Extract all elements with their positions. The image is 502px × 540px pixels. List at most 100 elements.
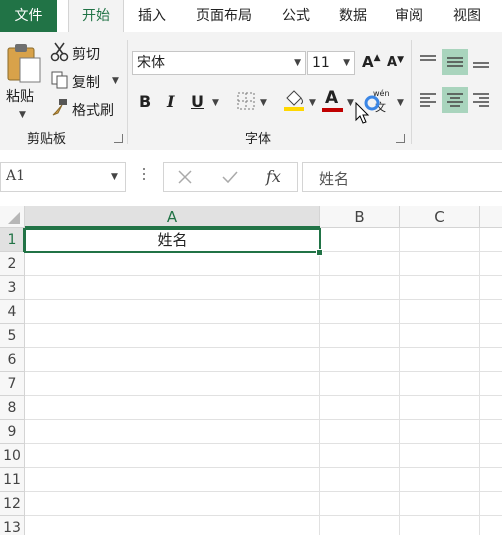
formula-input[interactable]: 姓名 <box>302 162 502 192</box>
row-header-3[interactable]: 3 <box>0 276 25 300</box>
fill-color-icon[interactable] <box>283 88 305 112</box>
tab-home[interactable]: 开始 <box>68 0 124 32</box>
brush-icon <box>52 99 67 116</box>
row-header-6[interactable]: 6 <box>0 348 25 372</box>
fill-color-dropdown-icon[interactable]: ▼ <box>309 98 316 108</box>
column-header-b[interactable]: B <box>320 206 400 228</box>
font-size-dropdown-icon[interactable]: ▼ <box>343 52 350 74</box>
tab-data[interactable]: 数据 <box>333 0 373 32</box>
ribbon: 粘贴 ▼ 剪切 复制 ▼ 格式刷 剪贴板 宋体 ▼ 11 ▼ A▲ A▼ B I… <box>0 32 502 151</box>
copy-label: 复制 <box>72 75 100 91</box>
tab-review[interactable]: 审阅 <box>389 0 429 32</box>
select-all-corner[interactable] <box>0 206 25 228</box>
row-header-10[interactable]: 10 <box>0 444 25 468</box>
underline-dropdown-icon[interactable]: ▼ <box>212 98 219 108</box>
font-group-label: 字体 <box>245 132 272 147</box>
mouse-cursor-icon <box>355 102 370 124</box>
column-header-d-partial[interactable] <box>480 206 502 228</box>
gridline <box>25 323 502 324</box>
formula-content: 姓名 <box>319 170 350 188</box>
font-launcher-icon[interactable] <box>396 134 405 143</box>
column-header-a[interactable]: A <box>25 206 320 228</box>
clipboard-group-label: 剪贴板 <box>27 132 67 147</box>
column-header-c[interactable]: C <box>400 206 480 228</box>
tab-formulas[interactable]: 公式 <box>276 0 316 32</box>
paste-label: 粘贴 <box>6 89 34 105</box>
font-name-dropdown-icon[interactable]: ▼ <box>294 52 301 74</box>
insert-function-button[interactable]: fx <box>266 167 281 186</box>
name-box-value: A1 <box>6 168 26 184</box>
phonetic-dropdown-icon[interactable]: ▼ <box>397 98 404 108</box>
group-separator <box>127 40 128 144</box>
font-name-combo[interactable]: 宋体 ▼ <box>132 51 306 75</box>
gridline <box>479 228 480 535</box>
cut-button[interactable]: 剪切 <box>48 42 118 64</box>
ribbon-tab-bar: 文件 开始 插入 页面布局 公式 数据 审阅 视图 <box>0 0 502 32</box>
bold-button[interactable]: B <box>139 92 151 111</box>
group-separator <box>411 40 412 144</box>
row-header-7[interactable]: 7 <box>0 372 25 396</box>
name-box[interactable]: A1 ▼ <box>0 162 126 192</box>
tab-file[interactable]: 文件 <box>0 0 57 32</box>
row-header-12[interactable]: 12 <box>0 492 25 516</box>
gridline <box>25 443 502 444</box>
underline-button[interactable]: U <box>191 92 204 111</box>
row-header-1[interactable]: 1 <box>0 228 25 252</box>
borders-dropdown-icon[interactable]: ▼ <box>260 98 267 108</box>
enter-check-icon[interactable] <box>221 169 239 185</box>
tab-view[interactable]: 视图 <box>447 0 487 32</box>
italic-button[interactable]: I <box>167 92 174 111</box>
font-color-button[interactable]: A <box>325 88 338 108</box>
gridline <box>25 275 502 276</box>
name-box-dropdown-icon[interactable]: ▼ <box>111 172 118 182</box>
gridline <box>25 419 502 420</box>
tab-page-layout[interactable]: 页面布局 <box>188 0 260 32</box>
row-header-2[interactable]: 2 <box>0 252 25 276</box>
font-size-combo[interactable]: 11 ▼ <box>307 51 355 75</box>
row-header-9[interactable]: 9 <box>0 420 25 444</box>
shrink-font-button[interactable]: A▼ <box>387 55 404 70</box>
grow-font-button[interactable]: A▲ <box>362 53 381 71</box>
tab-insert[interactable]: 插入 <box>130 0 174 32</box>
formula-bar-grip[interactable] <box>143 168 146 186</box>
align-middle-icon[interactable] <box>445 54 465 70</box>
worksheet-grid[interactable]: A B C 1 2 3 4 5 6 7 8 9 10 11 12 13 姓名 <box>0 206 502 536</box>
align-center-icon[interactable] <box>445 92 465 108</box>
paste-dropdown-icon[interactable]: ▼ <box>19 110 26 120</box>
align-left-icon[interactable] <box>418 92 438 108</box>
gridline <box>25 371 502 372</box>
gridline <box>25 515 502 516</box>
paste-icon <box>7 44 41 83</box>
align-bottom-icon[interactable] <box>471 54 491 70</box>
clipboard-launcher-icon[interactable] <box>114 134 123 143</box>
format-painter-button[interactable]: 格式刷 <box>48 98 122 120</box>
gridline <box>25 395 502 396</box>
row-header-5[interactable]: 5 <box>0 324 25 348</box>
row-header-13[interactable]: 13 <box>0 516 25 536</box>
formula-bar: A1 ▼ fx 姓名 <box>0 150 502 207</box>
align-right-icon[interactable] <box>471 92 491 108</box>
font-size-value: 11 <box>312 55 330 71</box>
align-top-icon[interactable] <box>418 54 438 70</box>
cancel-icon[interactable] <box>177 169 193 185</box>
grow-font-letter: A <box>362 53 374 71</box>
gridline <box>399 228 400 535</box>
font-color-dropdown-icon[interactable]: ▼ <box>347 98 354 108</box>
cell-a1[interactable]: 姓名 <box>24 228 321 253</box>
copy-dropdown-icon[interactable]: ▼ <box>112 76 119 86</box>
row-header-11[interactable]: 11 <box>0 468 25 492</box>
shrink-font-letter: A <box>387 55 398 70</box>
font-name-value: 宋体 <box>137 55 165 71</box>
gridline <box>25 491 502 492</box>
paste-button[interactable]: 粘贴 ▼ <box>4 40 42 120</box>
formula-buttons: fx <box>163 162 298 192</box>
fill-handle[interactable] <box>316 249 323 256</box>
gridline <box>25 467 502 468</box>
row-header-4[interactable]: 4 <box>0 300 25 324</box>
copy-button[interactable]: 复制 ▼ <box>48 70 122 92</box>
select-all-triangle-icon <box>8 212 20 224</box>
gridline <box>319 228 320 535</box>
borders-icon[interactable] <box>237 92 255 110</box>
row-header-8[interactable]: 8 <box>0 396 25 420</box>
font-color-swatch <box>322 108 343 112</box>
